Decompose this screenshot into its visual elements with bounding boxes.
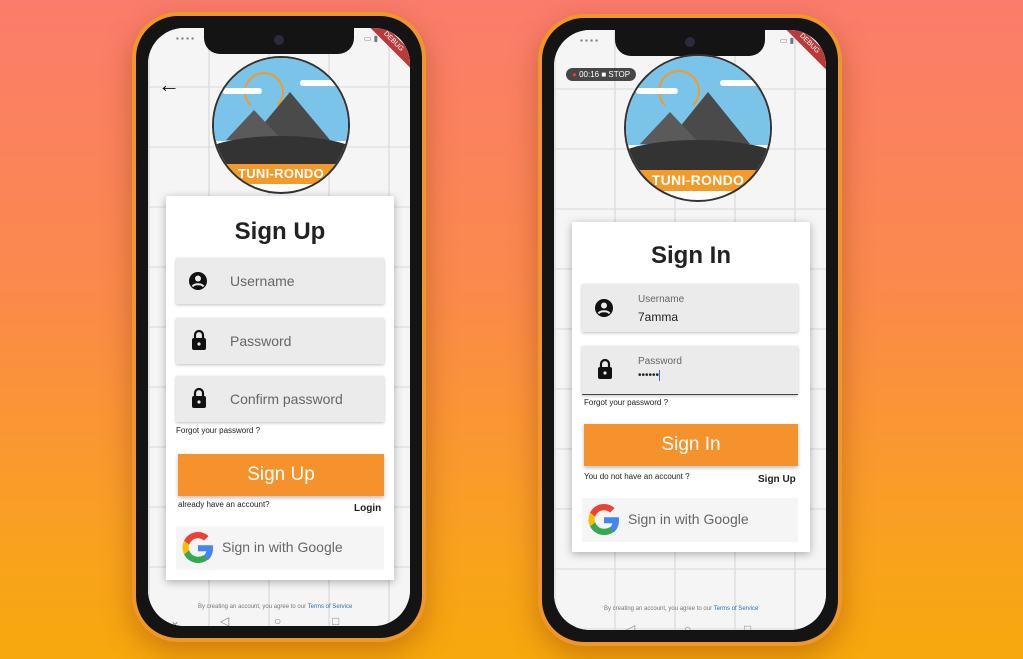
signup-card: Sign Up Username Password Confirm passwo… <box>166 196 394 580</box>
password-label: Password <box>638 356 682 367</box>
username-label: Username <box>638 294 685 305</box>
status-icons: ▪ ▪ ▪ ▪ <box>580 36 599 45</box>
google-sign-in-button[interactable]: Sign in with Google <box>176 526 384 570</box>
terms-prefix: By creating an account, you agree to our <box>604 606 714 612</box>
lock-icon <box>598 358 612 379</box>
signin-card: Sign In Username 7amma Password •••••• F… <box>572 222 810 552</box>
nav-chevron-down-icon[interactable]: ⌄ <box>574 622 584 630</box>
app-logo: TUNI-RONDO <box>624 54 772 202</box>
password-placeholder: Password <box>230 333 292 349</box>
notch <box>615 30 765 56</box>
terms-of-service-link[interactable]: Terms of Service <box>714 606 759 612</box>
back-arrow-icon[interactable]: ← <box>158 72 180 98</box>
text-cursor <box>659 370 661 381</box>
confirm-password-field[interactable]: Confirm password <box>176 376 384 422</box>
forgot-password-link[interactable]: Forgot your password ? <box>584 398 668 407</box>
username-placeholder: Username <box>230 273 295 289</box>
logo-band: TUNI-RONDO <box>214 164 348 184</box>
nav-home-icon[interactable]: ○ <box>274 614 281 626</box>
logo-cloud <box>720 80 760 86</box>
camera <box>685 37 695 47</box>
logo-cloud <box>300 80 338 86</box>
google-sign-in-button[interactable]: Sign in with Google <box>582 498 798 542</box>
page-title: Sign Up <box>234 218 326 245</box>
google-icon <box>588 504 619 535</box>
status-icons-right: ▭ ▮ <box>363 34 378 43</box>
google-button-label: Sign in with Google <box>628 511 749 527</box>
username-field[interactable]: Username <box>176 258 384 304</box>
phone-signin: ▪ ▪ ▪ ▪ ▭ ▮ DEBUG ● 00:16 ■ STOP TUNI-RO… <box>538 14 842 646</box>
nav-bar: ⌄ ◁ ○ □ <box>554 620 826 630</box>
nav-recents-icon[interactable]: □ <box>744 622 751 630</box>
google-icon <box>182 532 213 563</box>
nav-chevron-down-icon[interactable]: ⌄ <box>170 614 180 626</box>
logo-text: TUNI-RONDO <box>651 172 745 188</box>
record-dot-icon: ● <box>572 70 577 79</box>
nav-recents-icon[interactable]: □ <box>332 614 339 626</box>
user-icon <box>189 272 207 290</box>
already-account-text: already have an account? <box>178 500 270 509</box>
lock-icon <box>192 387 206 408</box>
username-value: 7amma <box>638 310 679 324</box>
sign-up-link[interactable]: Sign Up <box>758 474 796 485</box>
sign-in-button[interactable]: Sign In <box>584 424 798 466</box>
confirm-password-placeholder: Confirm password <box>230 391 343 407</box>
status-icons: ▪ ▪ ▪ ▪ <box>176 34 195 43</box>
password-dots: •••••• <box>638 370 660 382</box>
username-field[interactable]: Username 7amma <box>582 284 798 332</box>
password-value: •••••• <box>638 370 661 382</box>
nav-back-icon[interactable]: ◁ <box>220 614 229 626</box>
forgot-password-link[interactable]: Forgot your password ? <box>176 426 260 435</box>
lock-icon <box>192 329 206 350</box>
stop-icon[interactable]: ■ <box>601 70 606 79</box>
google-button-label: Sign in with Google <box>222 539 343 555</box>
terms-of-service-link[interactable]: Terms of Service <box>308 604 353 610</box>
signup-screen: ▪ ▪ ▪ ▪ ▭ ▮ DEBUG ← TUNI-RONDO Sign Up U… <box>148 28 410 626</box>
status-icons-right: ▭ ▮ <box>779 36 794 45</box>
camera <box>274 35 284 45</box>
notch <box>204 28 354 54</box>
terms-text: By creating an account, you agree to our… <box>604 606 758 612</box>
record-time: 00:16 <box>579 70 600 79</box>
sign-up-button[interactable]: Sign Up <box>178 454 384 496</box>
nav-back-icon[interactable]: ◁ <box>626 622 635 630</box>
user-icon <box>595 299 613 317</box>
logo-band: TUNI-RONDO <box>626 170 770 191</box>
terms-text: By creating an account, you agree to our… <box>198 604 352 610</box>
phone-signup: ▪ ▪ ▪ ▪ ▭ ▮ DEBUG ← TUNI-RONDO Sign Up U… <box>132 12 426 642</box>
signin-screen: ▪ ▪ ▪ ▪ ▭ ▮ DEBUG ● 00:16 ■ STOP TUNI-RO… <box>554 30 826 630</box>
no-account-text: You do not have an account ? <box>584 472 690 481</box>
login-link[interactable]: Login <box>354 503 381 514</box>
password-field[interactable]: Password •••••• <box>582 346 798 395</box>
app-logo: TUNI-RONDO <box>212 56 350 194</box>
password-field[interactable]: Password <box>176 318 384 364</box>
nav-bar: ⌄ ◁ ○ □ <box>148 612 410 626</box>
terms-prefix: By creating an account, you agree to our <box>198 604 308 610</box>
page-title: Sign In <box>651 242 731 269</box>
nav-home-icon[interactable]: ○ <box>684 622 691 630</box>
logo-text: TUNI-RONDO <box>237 166 325 181</box>
